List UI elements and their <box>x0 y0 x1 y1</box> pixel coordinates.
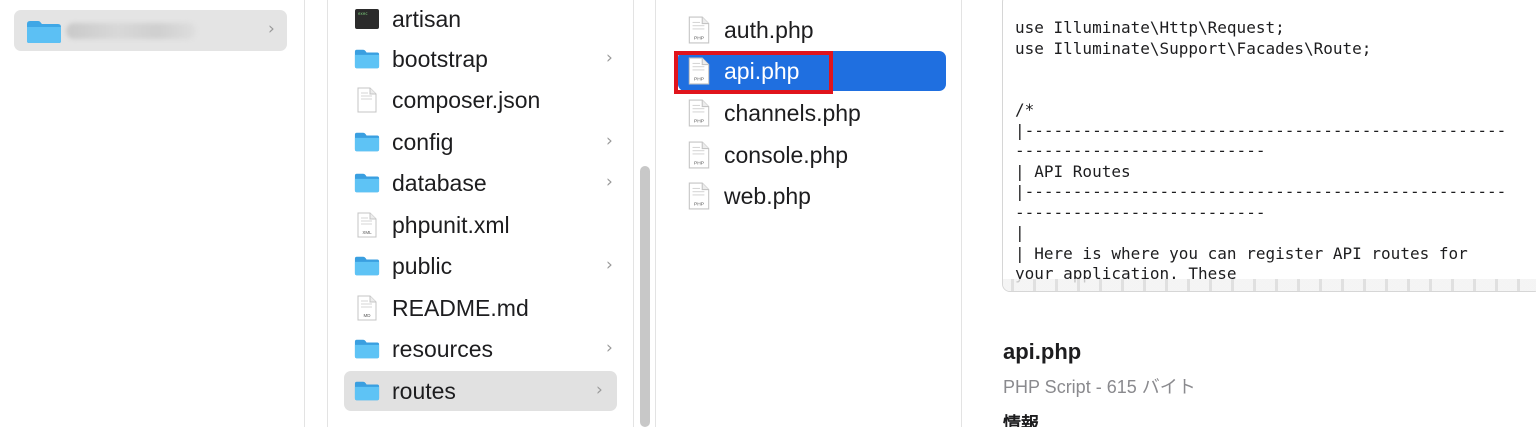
code-line: -------------------------- <box>1015 141 1266 160</box>
svg-text:exec: exec <box>358 11 368 16</box>
file-row-phpunit-xml[interactable]: XML phpunit.xml <box>354 205 617 245</box>
folder-icon <box>354 170 380 196</box>
chevron-right-icon: › <box>606 48 613 68</box>
blurred-folder-name <box>66 23 196 39</box>
chevron-right-icon: › <box>606 131 613 151</box>
row-label: channels.php <box>724 99 861 126</box>
row-label: routes <box>392 377 456 404</box>
code-line: |---------------------------------------… <box>1015 120 1507 140</box>
column-divider <box>304 0 305 427</box>
row-label: auth.php <box>724 16 814 43</box>
svg-text:MD: MD <box>364 313 372 318</box>
row-label: artisan <box>392 5 462 32</box>
file-row-console-php[interactable]: PHP console.php <box>688 135 946 175</box>
row-label: database <box>392 169 487 196</box>
php-file-icon: PHP <box>688 16 710 44</box>
row-label: composer.json <box>392 86 541 113</box>
code-line: use Illuminate\Support\Facades\Route; <box>1015 38 1372 58</box>
routes-files-column: PHP auth.php PHP api.php PHP channels.php PHP c… <box>656 0 961 427</box>
file-row-readme-md[interactable]: MD README.md <box>354 288 617 328</box>
svg-text:PHP: PHP <box>694 161 704 167</box>
svg-text:PHP: PHP <box>694 202 704 208</box>
folder-row-resources[interactable]: resources › <box>354 329 617 369</box>
code-line: -------------------------- <box>1015 202 1266 222</box>
preview-cutoff-line <box>1003 279 1536 291</box>
document-icon: XML <box>354 212 380 238</box>
file-row-api-php[interactable]: PHP api.php <box>678 51 946 91</box>
php-file-icon: PHP <box>688 182 710 210</box>
file-row-artisan[interactable]: exec artisan <box>354 0 617 39</box>
folder-icon <box>26 20 62 49</box>
row-label: api.php <box>724 57 800 84</box>
folder-icon <box>354 336 380 362</box>
row-label: bootstrap <box>392 45 488 72</box>
row-label: public <box>392 252 453 279</box>
file-preview[interactable]: use Illuminate\Http\Request; use Illumina… <box>1002 0 1536 292</box>
code-preview: use Illuminate\Http\Request; use Illumina… <box>1015 18 1535 285</box>
folder-row-config[interactable]: config › <box>354 122 617 162</box>
project-files-column: exec artisan bootstrap › composer.json config… <box>328 0 633 427</box>
folder-icon <box>354 129 380 155</box>
row-label: config <box>392 128 454 155</box>
file-row-web-php[interactable]: PHP web.php <box>688 176 946 216</box>
row-label: console.php <box>724 141 849 168</box>
php-file-icon: PHP <box>688 99 710 127</box>
code-line: | <box>1015 223 1025 242</box>
chevron-right-icon: › <box>606 255 613 275</box>
php-file-icon: PHP <box>688 57 710 85</box>
folder-row-database[interactable]: database › <box>354 163 617 203</box>
column-divider <box>961 0 962 427</box>
php-file-icon: PHP <box>688 141 710 169</box>
svg-text:PHP: PHP <box>694 36 704 42</box>
row-label: web.php <box>724 182 811 209</box>
chevron-right-icon: › <box>596 380 603 400</box>
folder-icon <box>354 378 380 404</box>
code-line: | API Routes <box>1015 161 1131 181</box>
info-heading: 情報 <box>1003 414 1039 427</box>
terminal-icon: exec <box>354 6 380 32</box>
svg-text:XML: XML <box>362 230 372 235</box>
chevron-right-icon: › <box>606 172 613 192</box>
svg-text:PHP: PHP <box>694 119 704 125</box>
code-line: |---------------------------------------… <box>1015 182 1507 201</box>
file-row-composer-json[interactable]: composer.json <box>354 80 617 120</box>
row-label: phpunit.xml <box>392 211 510 238</box>
file-row-channels-php[interactable]: PHP channels.php <box>688 93 946 133</box>
column-divider <box>633 0 634 427</box>
code-line: use Illuminate\Http\Request; <box>1015 18 1285 37</box>
column1-selected-folder[interactable]: › <box>14 10 287 51</box>
file-row-auth-php[interactable]: PHP auth.php <box>688 10 946 50</box>
folder-icon <box>354 253 380 279</box>
file-name: api.php <box>1003 339 1082 364</box>
row-label: README.md <box>392 294 529 321</box>
chevron-right-icon: › <box>268 19 275 39</box>
chevron-right-icon: › <box>606 338 613 358</box>
code-line: | Here is where you can register API rou… <box>1015 243 1468 263</box>
folder-row-public[interactable]: public › <box>354 246 617 286</box>
folder-row-routes[interactable]: routes › <box>344 371 617 411</box>
file-info: PHP Script - 615 バイト <box>1003 377 1196 397</box>
scrollbar[interactable] <box>640 166 650 427</box>
sidebar-column: › <box>0 0 304 427</box>
row-label: resources <box>392 335 493 362</box>
svg-text:PHP: PHP <box>694 77 704 83</box>
document-icon: MD <box>354 295 380 321</box>
folder-row-bootstrap[interactable]: bootstrap › <box>354 39 617 79</box>
code-line: /* <box>1015 100 1035 119</box>
folder-icon <box>354 46 380 72</box>
document-icon <box>354 87 380 113</box>
